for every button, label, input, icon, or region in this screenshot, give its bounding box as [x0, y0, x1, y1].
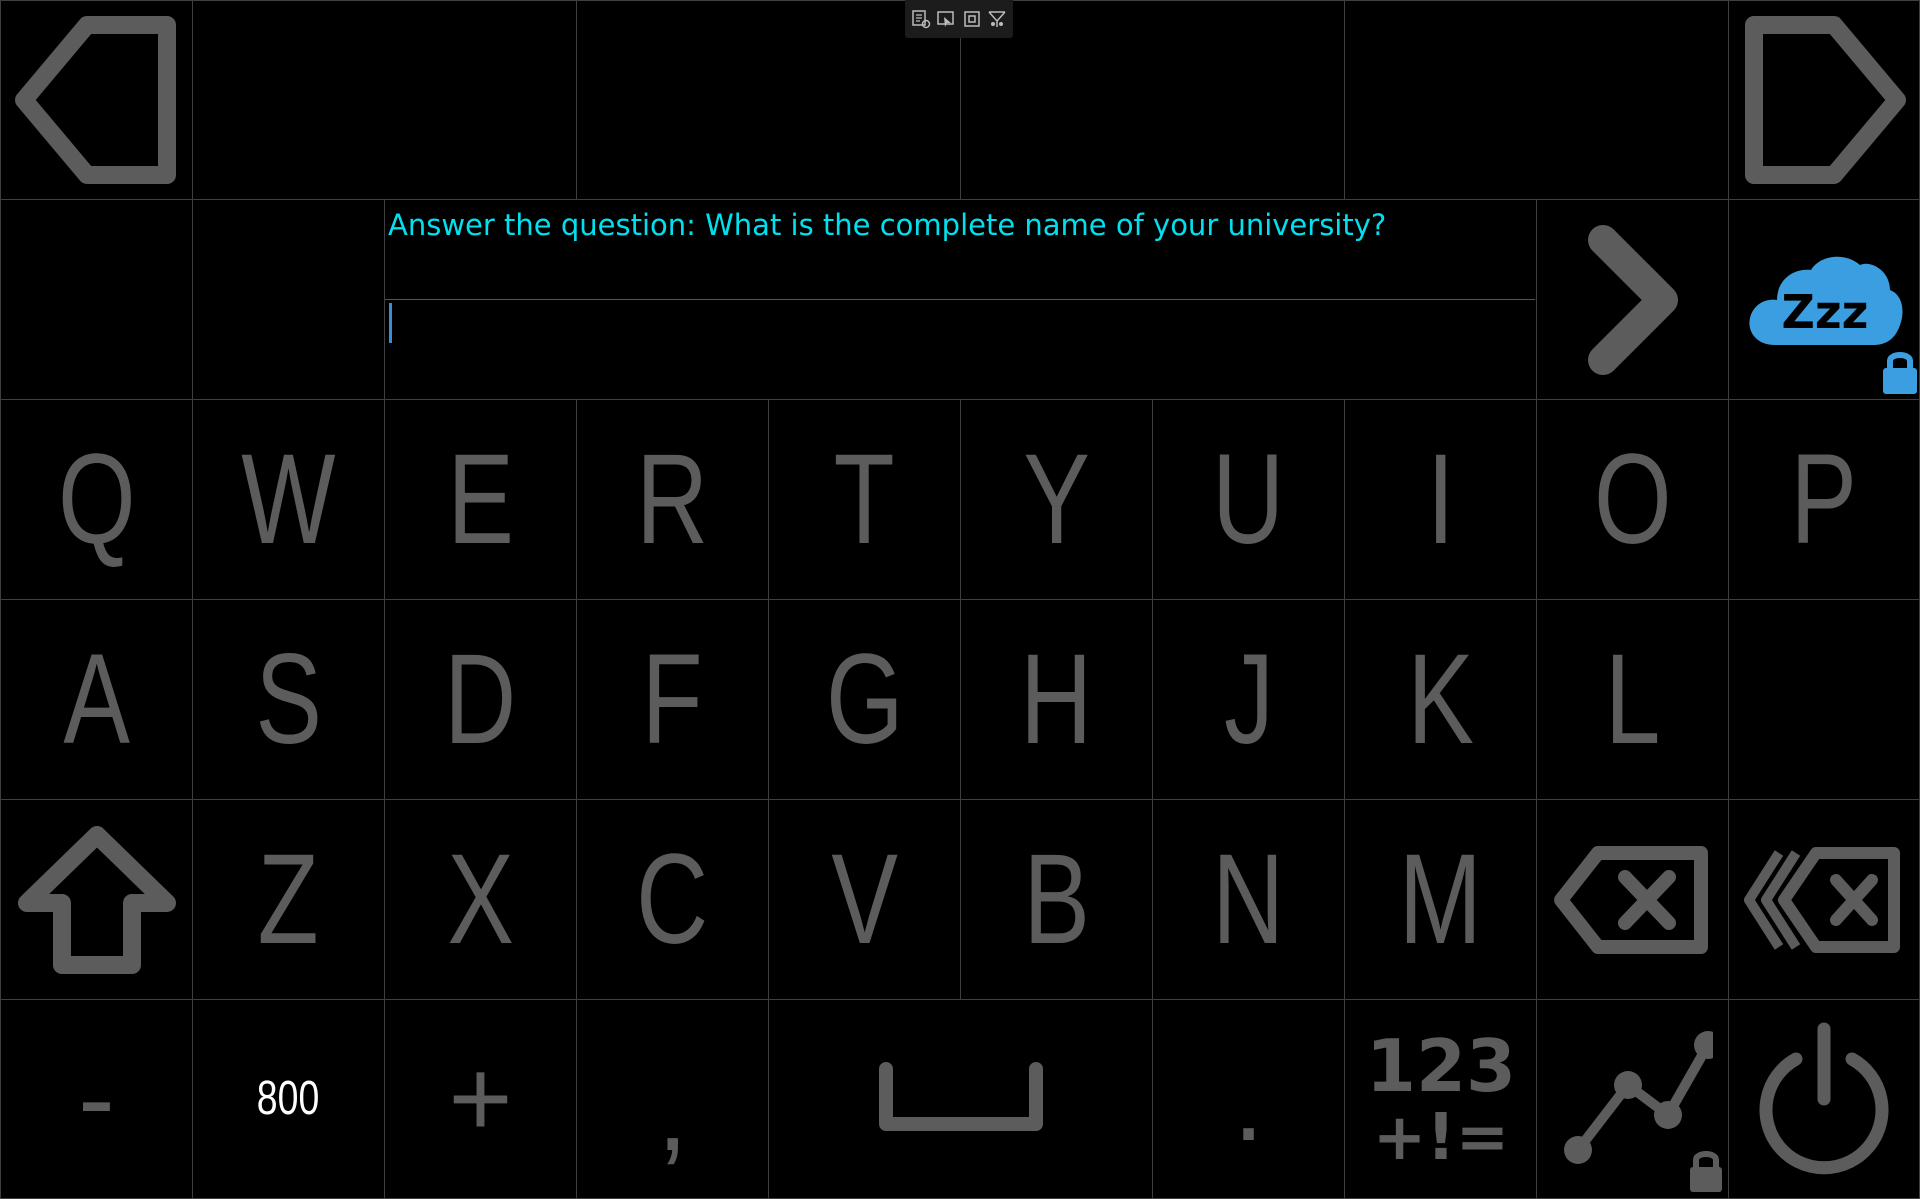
- key-v[interactable]: V: [768, 799, 961, 1000]
- key-e[interactable]: E: [384, 399, 577, 600]
- arrow-right-icon: [1745, 16, 1906, 184]
- empty-cell: [1344, 0, 1729, 200]
- empty-cell: [0, 199, 193, 400]
- numbers-label: 123: [1365, 1024, 1515, 1108]
- empty-cell: [1728, 599, 1920, 800]
- empty-cell: [192, 0, 577, 200]
- key-j[interactable]: J: [1152, 599, 1345, 800]
- key-comma[interactable]: ,: [576, 999, 769, 1199]
- number-key-800[interactable]: 800: [192, 999, 385, 1199]
- delete-word-key[interactable]: [1728, 799, 1920, 1000]
- key-h[interactable]: H: [960, 599, 1153, 800]
- forward-button[interactable]: [1728, 0, 1920, 200]
- key-k[interactable]: K: [1344, 599, 1537, 800]
- key-y[interactable]: Y: [960, 399, 1153, 600]
- frame-icon[interactable]: [962, 9, 982, 29]
- keyboard-board: Zzz Q W E R T Y U I O P A S D F G H J K …: [0, 0, 1920, 1199]
- key-b[interactable]: B: [960, 799, 1153, 1000]
- backspace-key[interactable]: [1536, 799, 1729, 1000]
- key-l[interactable]: L: [1536, 599, 1729, 800]
- floating-toolbar: [905, 0, 1013, 38]
- delete-word-icon: [1744, 846, 1900, 953]
- key-c[interactable]: C: [576, 799, 769, 1000]
- answer-input[interactable]: [385, 300, 1535, 398]
- key-p[interactable]: P: [1728, 399, 1920, 600]
- sleep-cloud-icon: Zzz: [1749, 256, 1903, 345]
- question-prompt: Answer the question: What is the complet…: [385, 200, 1535, 300]
- key-n[interactable]: N: [1152, 799, 1345, 1000]
- shift-key[interactable]: [0, 799, 193, 1000]
- key-m[interactable]: M: [1344, 799, 1537, 1000]
- key-q[interactable]: Q: [0, 399, 193, 600]
- key-s[interactable]: S: [192, 599, 385, 800]
- space-key[interactable]: [768, 999, 1153, 1199]
- key-plus[interactable]: +: [384, 999, 577, 1199]
- shift-icon: [17, 825, 176, 974]
- key-z[interactable]: Z: [192, 799, 385, 1000]
- arrow-left-icon: [14, 16, 176, 184]
- key-f[interactable]: F: [576, 599, 769, 800]
- key-x[interactable]: X: [384, 799, 577, 1000]
- backspace-icon: [1553, 845, 1708, 954]
- pointer-icon[interactable]: [936, 9, 956, 29]
- key-o[interactable]: O: [1536, 399, 1729, 600]
- key-w[interactable]: W: [192, 399, 385, 600]
- key-d[interactable]: D: [384, 599, 577, 800]
- edit-settings-icon[interactable]: [911, 9, 931, 29]
- sleep-button[interactable]: Zzz: [1728, 199, 1920, 400]
- chevron-right-icon: [1587, 224, 1678, 375]
- key-r[interactable]: R: [576, 399, 769, 600]
- back-button[interactable]: [0, 0, 193, 200]
- empty-cell: [192, 199, 385, 400]
- key-u[interactable]: U: [1152, 399, 1345, 600]
- text-caret: [389, 303, 392, 343]
- power-key[interactable]: [1728, 999, 1920, 1199]
- key-i[interactable]: I: [1344, 399, 1537, 600]
- key-a[interactable]: A: [0, 599, 193, 800]
- key-t[interactable]: T: [768, 399, 961, 600]
- key-minus[interactable]: -: [0, 999, 193, 1199]
- numbers-symbols-key[interactable]: 123 +!=: [1344, 999, 1537, 1199]
- power-icon: [1759, 1022, 1889, 1175]
- question-text: Answer the question: What is the complet…: [388, 208, 1387, 242]
- empty-cell: [576, 0, 961, 200]
- numbers-symbols-icon: 123 +!=: [1365, 1024, 1515, 1175]
- lock-icon: [1883, 352, 1917, 394]
- symbols-label: +!=: [1372, 1101, 1508, 1175]
- empty-cell: [960, 0, 1345, 200]
- lock-icon: [1690, 1151, 1722, 1192]
- submit-button[interactable]: [1536, 199, 1729, 400]
- network-icon[interactable]: [987, 9, 1007, 29]
- sleep-label: Zzz: [1782, 285, 1869, 339]
- space-icon: [878, 1062, 1043, 1131]
- graph-key[interactable]: [1536, 999, 1729, 1199]
- key-g[interactable]: G: [768, 599, 961, 800]
- key-period[interactable]: .: [1152, 999, 1345, 1199]
